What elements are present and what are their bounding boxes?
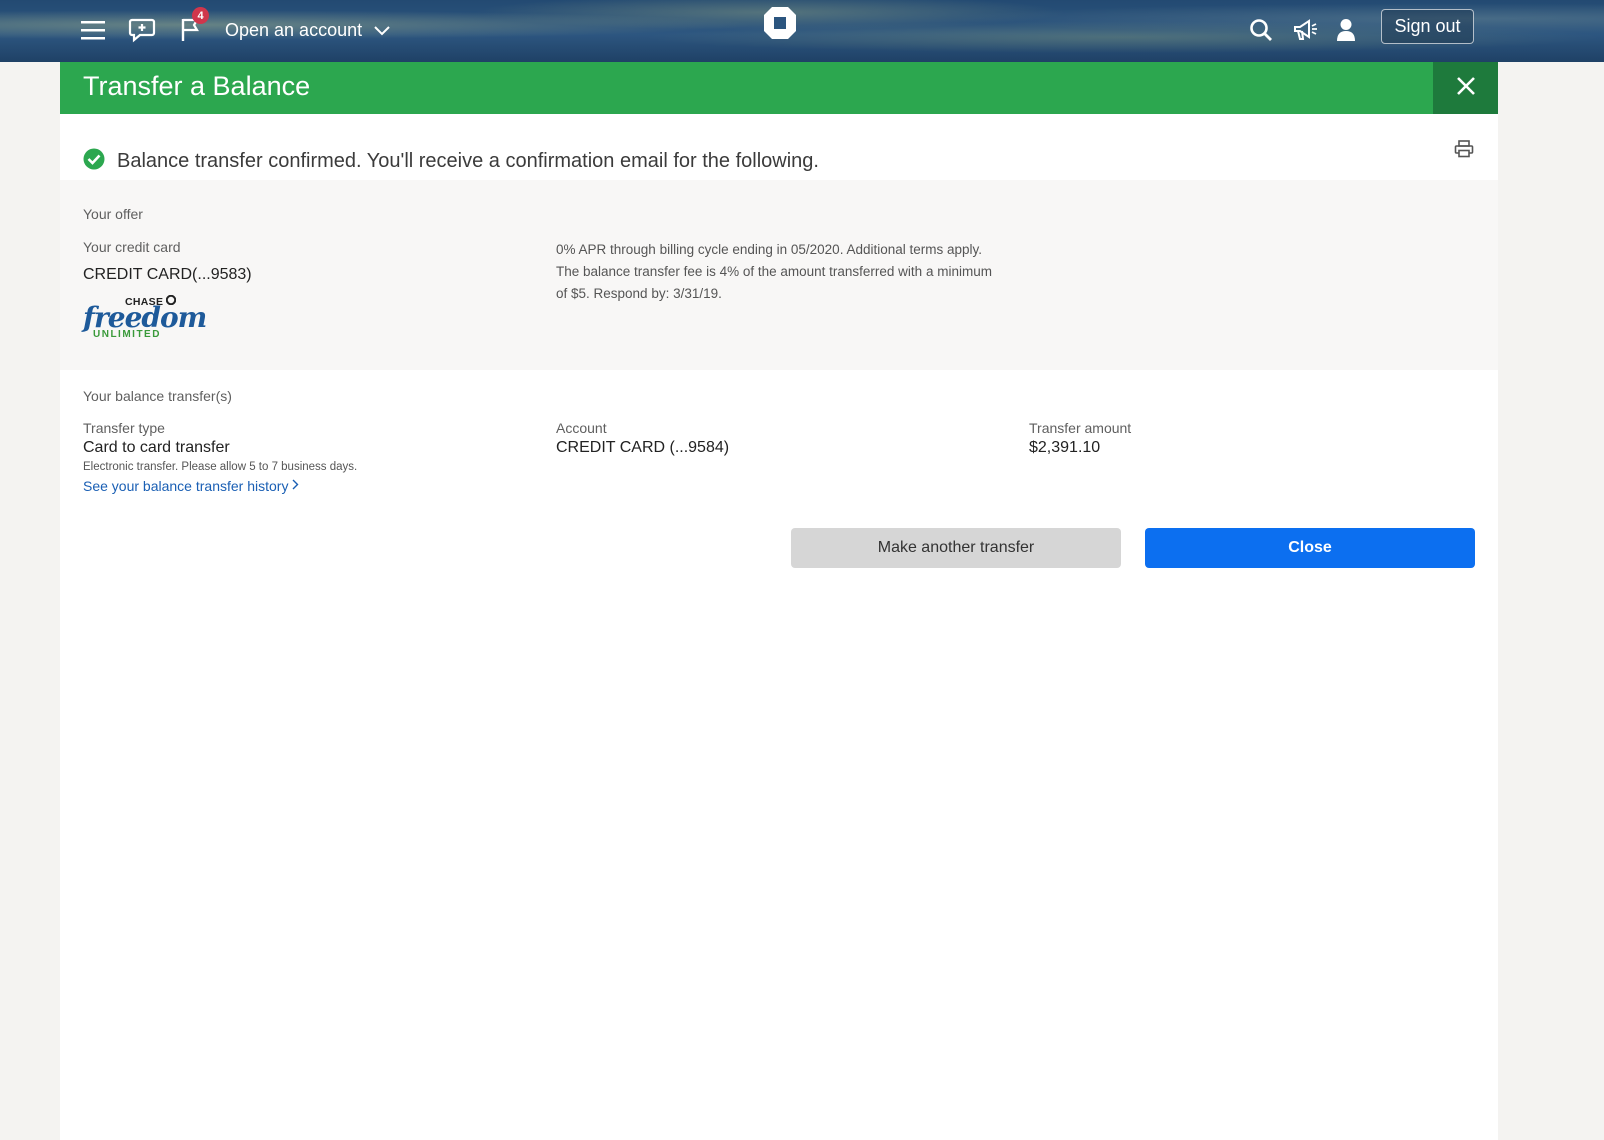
open-account-label: Open an account (225, 19, 363, 40)
close-button[interactable]: Close (1145, 528, 1475, 568)
notification-count-badge: 4 (192, 7, 209, 24)
transfer-type-value: Card to card transfer (83, 439, 230, 456)
account-column: Account CREDIT CARD (...9584) (556, 420, 729, 457)
offer-section-label: Your offer (83, 206, 143, 222)
chat-icon[interactable] (124, 12, 160, 48)
transfer-amount-value: $2,391.10 (1029, 439, 1101, 456)
chase-logo-icon[interactable] (762, 5, 798, 41)
offer-section: Your offer Your credit card CREDIT CARD(… (60, 180, 1498, 370)
offer-terms: 0% APR through billing cycle ending in 0… (556, 242, 992, 301)
account-value: CREDIT CARD (...9584) (556, 439, 730, 456)
transfer-type-note: Electronic transfer. Please allow 5 to 7… (83, 461, 358, 473)
print-icon[interactable] (1454, 140, 1474, 163)
transfer-history-link-text[interactable]: See your balance transfer history (83, 478, 288, 494)
chevron-right-icon (292, 477, 299, 495)
card-logo-sub: UNLIMITED (93, 329, 161, 340)
transfer-amount-label: Transfer amount (1029, 420, 1132, 436)
checkmark-icon (83, 148, 105, 175)
megaphone-icon[interactable] (1287, 12, 1323, 48)
transfer-history-link[interactable]: See your balance transfer history (83, 477, 357, 495)
freedom-unlimited-card-logo: CHASE freedom UNLIMITED (83, 294, 207, 340)
account-label: Account (556, 420, 607, 436)
confirmation-text: Balance transfer confirmed. You'll recei… (117, 150, 819, 172)
panel-header: Transfer a Balance (60, 62, 1498, 114)
profile-icon[interactable] (1328, 12, 1364, 48)
transfer-type-column: Transfer type Card to card transfer Elec… (83, 420, 357, 495)
search-icon[interactable] (1243, 12, 1279, 48)
close-panel-button[interactable] (1433, 62, 1498, 114)
close-icon (1456, 76, 1476, 101)
menu-icon[interactable] (75, 12, 111, 48)
balance-transfers-label: Your balance transfer(s) (83, 388, 232, 404)
top-navigation-bar: 4 Open an account Sign out (0, 0, 1604, 62)
confirmation-message: Balance transfer confirmed. You'll recei… (83, 148, 819, 175)
chevron-down-icon (374, 20, 390, 41)
page-title: Transfer a Balance (83, 71, 311, 101)
transfer-type-label: Transfer type (83, 420, 165, 436)
make-another-transfer-button[interactable]: Make another transfer (791, 528, 1121, 568)
transfer-amount-column: Transfer amount $2,391.10 (1029, 420, 1131, 457)
transfer-balance-panel: Transfer a Balance Balance transfer conf… (60, 62, 1498, 1140)
sign-out-button[interactable]: Sign out (1381, 9, 1474, 44)
credit-card-value: CREDIT CARD(...9583) (83, 266, 252, 283)
open-account-dropdown[interactable]: Open an account (225, 12, 390, 48)
credit-card-label: Your credit card (83, 239, 181, 255)
